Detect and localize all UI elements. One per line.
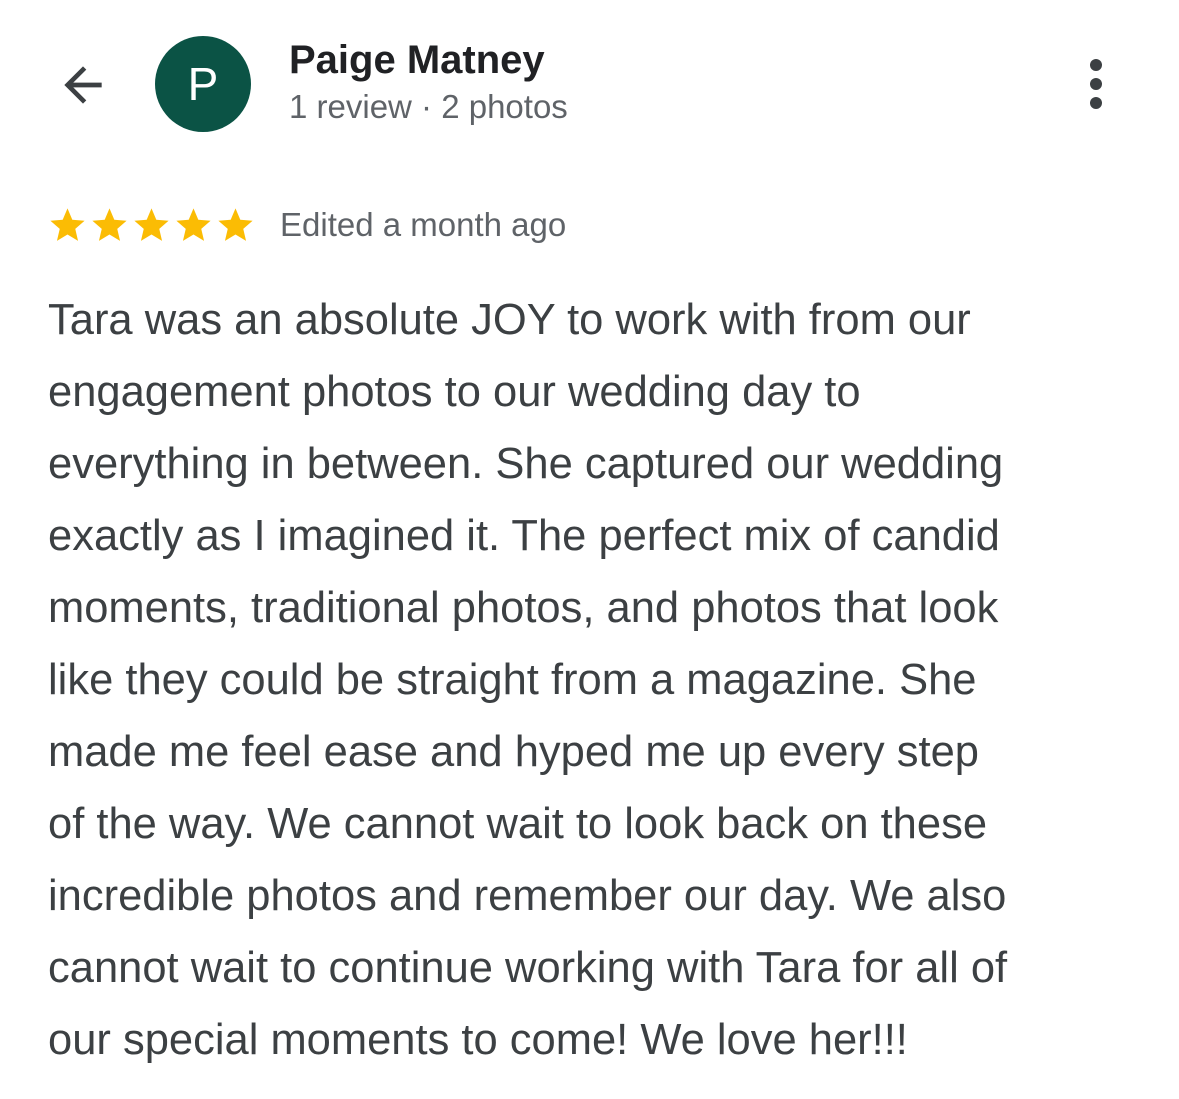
star-icon [218, 207, 253, 241]
review-text-line: like they could be straight from a magaz… [48, 656, 977, 704]
star-icon [50, 207, 85, 241]
star-icon [92, 207, 127, 241]
reviewer-header: P Paige Matney 1 review · 2 photos [0, 0, 1179, 160]
review-text-line: made me feel ease and hyped me up every … [48, 728, 979, 776]
review-text-line: engagement photos to our wedding day to [48, 368, 861, 416]
review-text-line: exactly as I imagined it. The perfect mi… [48, 512, 1000, 560]
review-text-line: of the way. We cannot wait to look back … [48, 800, 988, 848]
star-icon [134, 207, 169, 241]
star-icon [176, 207, 211, 241]
reviewer-meta: 1 review · 2 photos [289, 88, 568, 125]
avatar-letter: P [187, 58, 219, 110]
review-text-line: moments, traditional photos, and photos … [48, 584, 999, 632]
reviewer-name[interactable]: Paige Matney [289, 38, 545, 83]
arrow-left-icon [64, 66, 102, 104]
review-text: Tara was an absolute JOY to work with fr… [48, 284, 1148, 1076]
rating-row: Edited a month ago [47, 200, 566, 250]
edited-timestamp: Edited a month ago [280, 206, 567, 243]
more-vert-icon [1090, 59, 1102, 71]
star-rating [47, 205, 256, 246]
back-button[interactable] [52, 54, 114, 116]
more-vert-icon-dot [1090, 97, 1102, 109]
review-text-line: incredible photos and remember our day. … [48, 872, 1007, 920]
more-vert-icon-dot [1090, 78, 1102, 90]
review-text-line: cannot wait to continue working with Tar… [48, 944, 1008, 992]
avatar[interactable]: P [155, 36, 251, 132]
review-text-line: our special moments to come! We love her… [48, 1016, 908, 1064]
review-text-line: Tara was an absolute JOY to work with fr… [48, 296, 971, 344]
more-options-button[interactable] [1070, 52, 1122, 116]
review-text-line: everything in between. She captured our … [48, 440, 1004, 488]
